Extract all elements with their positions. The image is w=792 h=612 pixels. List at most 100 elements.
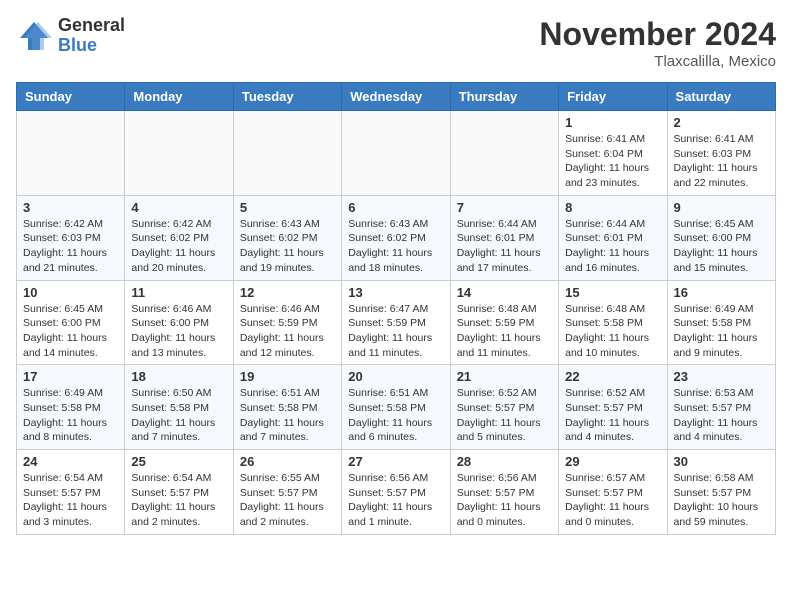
day-number: 17 [23, 369, 118, 384]
day-info: Sunrise: 6:47 AM Sunset: 5:59 PM Dayligh… [348, 302, 443, 361]
calendar-cell: 5 Sunrise: 6:43 AM Sunset: 6:02 PM Daylig… [233, 195, 341, 280]
day-number: 13 [348, 285, 443, 300]
day-info: Sunrise: 6:41 AM Sunset: 6:03 PM Dayligh… [674, 132, 769, 191]
calendar-cell: 9 Sunrise: 6:45 AM Sunset: 6:00 PM Daylig… [667, 195, 775, 280]
day-number: 4 [131, 200, 226, 215]
day-number: 22 [565, 369, 660, 384]
location: Tlaxcalilla, Mexico [539, 53, 776, 70]
logo-general: General [58, 15, 125, 35]
day-info: Sunrise: 6:52 AM Sunset: 5:57 PM Dayligh… [565, 386, 660, 445]
day-info: Sunrise: 6:44 AM Sunset: 6:01 PM Dayligh… [565, 217, 660, 276]
day-number: 12 [240, 285, 335, 300]
calendar-week-row: 17Sunrise: 6:49 AM Sunset: 5:58 PM Dayli… [17, 365, 776, 450]
calendar-week-row: 1 Sunrise: 6:41 AM Sunset: 6:04 PM Daylig… [17, 111, 776, 196]
calendar-cell: 14Sunrise: 6:48 AM Sunset: 5:59 PM Dayli… [450, 280, 558, 365]
page-header: General Blue November 2024 Tlaxcalilla, … [16, 16, 776, 70]
calendar-cell [125, 111, 233, 196]
calendar-day-header: Sunday [17, 83, 125, 111]
day-number: 8 [565, 200, 660, 215]
calendar-cell: 15Sunrise: 6:48 AM Sunset: 5:58 PM Dayli… [559, 280, 667, 365]
day-number: 18 [131, 369, 226, 384]
day-number: 11 [131, 285, 226, 300]
day-number: 26 [240, 454, 335, 469]
calendar-week-row: 10Sunrise: 6:45 AM Sunset: 6:00 PM Dayli… [17, 280, 776, 365]
day-number: 10 [23, 285, 118, 300]
calendar-cell: 28 Sunrise: 6:56 AM Sunset: 5:57 PM Dayli… [450, 450, 558, 535]
calendar-day-header: Monday [125, 83, 233, 111]
day-number: 5 [240, 200, 335, 215]
calendar-cell [450, 111, 558, 196]
day-info: Sunrise: 6:50 AM Sunset: 5:58 PM Dayligh… [131, 386, 226, 445]
day-info: Sunrise: 6:56 AM Sunset: 5:57 PM Dayligh… [457, 471, 552, 530]
calendar-cell: 4 Sunrise: 6:42 AM Sunset: 6:02 PM Daylig… [125, 195, 233, 280]
day-info: Sunrise: 6:41 AM Sunset: 6:04 PM Dayligh… [565, 132, 660, 191]
calendar-cell: 21Sunrise: 6:52 AM Sunset: 5:57 PM Dayli… [450, 365, 558, 450]
calendar-cell [233, 111, 341, 196]
day-number: 19 [240, 369, 335, 384]
calendar-cell: 11 Sunrise: 6:46 AM Sunset: 6:00 PM Dayli… [125, 280, 233, 365]
calendar-day-header: Wednesday [342, 83, 450, 111]
calendar-week-row: 24Sunrise: 6:54 AM Sunset: 5:57 PM Dayli… [17, 450, 776, 535]
day-info: Sunrise: 6:46 AM Sunset: 5:59 PM Dayligh… [240, 302, 335, 361]
day-info: Sunrise: 6:58 AM Sunset: 5:57 PM Dayligh… [674, 471, 769, 530]
day-number: 6 [348, 200, 443, 215]
calendar-day-header: Friday [559, 83, 667, 111]
calendar-cell: 1 Sunrise: 6:41 AM Sunset: 6:04 PM Daylig… [559, 111, 667, 196]
day-info: Sunrise: 6:55 AM Sunset: 5:57 PM Dayligh… [240, 471, 335, 530]
day-info: Sunrise: 6:53 AM Sunset: 5:57 PM Dayligh… [674, 386, 769, 445]
day-info: Sunrise: 6:56 AM Sunset: 5:57 PM Dayligh… [348, 471, 443, 530]
day-number: 27 [348, 454, 443, 469]
calendar: SundayMondayTuesdayWednesdayThursdayFrid… [16, 82, 776, 535]
calendar-cell: 30Sunrise: 6:58 AM Sunset: 5:57 PM Dayli… [667, 450, 775, 535]
day-info: Sunrise: 6:44 AM Sunset: 6:01 PM Dayligh… [457, 217, 552, 276]
calendar-cell: 19 Sunrise: 6:51 AM Sunset: 5:58 PM Dayli… [233, 365, 341, 450]
calendar-cell: 23 Sunrise: 6:53 AM Sunset: 5:57 PM Dayli… [667, 365, 775, 450]
day-number: 23 [674, 369, 769, 384]
day-info: Sunrise: 6:42 AM Sunset: 6:02 PM Dayligh… [131, 217, 226, 276]
title-block: November 2024 Tlaxcalilla, Mexico [539, 16, 776, 70]
calendar-cell: 17Sunrise: 6:49 AM Sunset: 5:58 PM Dayli… [17, 365, 125, 450]
day-number: 16 [674, 285, 769, 300]
day-info: Sunrise: 6:43 AM Sunset: 6:02 PM Dayligh… [240, 217, 335, 276]
month-title: November 2024 [539, 16, 776, 53]
day-number: 29 [565, 454, 660, 469]
day-number: 25 [131, 454, 226, 469]
calendar-cell [342, 111, 450, 196]
calendar-cell: 20 Sunrise: 6:51 AM Sunset: 5:58 PM Dayli… [342, 365, 450, 450]
calendar-cell: 24Sunrise: 6:54 AM Sunset: 5:57 PM Dayli… [17, 450, 125, 535]
day-number: 1 [565, 115, 660, 130]
calendar-cell: 13 Sunrise: 6:47 AM Sunset: 5:59 PM Dayli… [342, 280, 450, 365]
calendar-cell: 22 Sunrise: 6:52 AM Sunset: 5:57 PM Dayli… [559, 365, 667, 450]
calendar-cell: 6 Sunrise: 6:43 AM Sunset: 6:02 PM Daylig… [342, 195, 450, 280]
calendar-cell: 16 Sunrise: 6:49 AM Sunset: 5:58 PM Dayli… [667, 280, 775, 365]
calendar-cell: 8 Sunrise: 6:44 AM Sunset: 6:01 PM Daylig… [559, 195, 667, 280]
day-number: 9 [674, 200, 769, 215]
logo-blue: Blue [58, 35, 97, 55]
day-number: 3 [23, 200, 118, 215]
calendar-week-row: 3 Sunrise: 6:42 AM Sunset: 6:03 PM Daylig… [17, 195, 776, 280]
calendar-cell: 29 Sunrise: 6:57 AM Sunset: 5:57 PM Dayli… [559, 450, 667, 535]
day-number: 7 [457, 200, 552, 215]
day-info: Sunrise: 6:42 AM Sunset: 6:03 PM Dayligh… [23, 217, 118, 276]
day-info: Sunrise: 6:43 AM Sunset: 6:02 PM Dayligh… [348, 217, 443, 276]
logo: General Blue [16, 16, 125, 56]
logo-text: General Blue [58, 16, 125, 56]
calendar-cell: 25Sunrise: 6:54 AM Sunset: 5:57 PM Dayli… [125, 450, 233, 535]
calendar-cell: 27 Sunrise: 6:56 AM Sunset: 5:57 PM Dayli… [342, 450, 450, 535]
calendar-header-row: SundayMondayTuesdayWednesdayThursdayFrid… [17, 83, 776, 111]
day-number: 20 [348, 369, 443, 384]
day-info: Sunrise: 6:57 AM Sunset: 5:57 PM Dayligh… [565, 471, 660, 530]
logo-icon [16, 18, 52, 54]
day-info: Sunrise: 6:45 AM Sunset: 6:00 PM Dayligh… [674, 217, 769, 276]
day-info: Sunrise: 6:46 AM Sunset: 6:00 PM Dayligh… [131, 302, 226, 361]
calendar-day-header: Thursday [450, 83, 558, 111]
calendar-cell [17, 111, 125, 196]
day-number: 28 [457, 454, 552, 469]
calendar-day-header: Tuesday [233, 83, 341, 111]
day-number: 24 [23, 454, 118, 469]
calendar-day-header: Saturday [667, 83, 775, 111]
day-info: Sunrise: 6:51 AM Sunset: 5:58 PM Dayligh… [240, 386, 335, 445]
day-info: Sunrise: 6:49 AM Sunset: 5:58 PM Dayligh… [674, 302, 769, 361]
day-info: Sunrise: 6:51 AM Sunset: 5:58 PM Dayligh… [348, 386, 443, 445]
day-number: 21 [457, 369, 552, 384]
